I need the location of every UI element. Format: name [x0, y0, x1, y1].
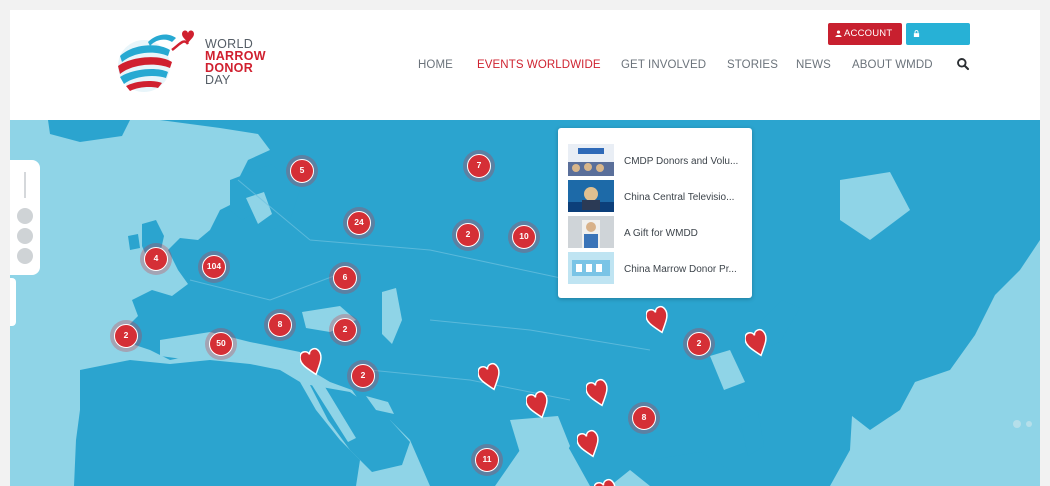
nav-events-worldwide[interactable]: EVENTS WORLDWIDE: [477, 59, 601, 71]
search-icon[interactable]: [956, 57, 970, 71]
social-share-bar: [10, 160, 40, 275]
map-cluster[interactable]: 2: [683, 328, 715, 360]
popup-event-item[interactable]: China Central Televisio...: [568, 180, 748, 216]
event-heart-marker[interactable]: [594, 478, 618, 486]
map-cluster[interactable]: 4: [140, 243, 172, 275]
map-event-popup: CMDP Donors and Volu... China Central Te…: [558, 128, 752, 298]
nav-news[interactable]: NEWS: [796, 59, 831, 71]
nav-stories[interactable]: STORIES: [727, 59, 778, 71]
map-cluster[interactable]: 10: [508, 221, 540, 253]
map-cluster[interactable]: 2: [347, 360, 379, 392]
map-land: [48, 120, 1040, 486]
popup-item-title: A Gift for WMDD: [624, 228, 698, 239]
logout-button[interactable]: LOGOUT: [906, 23, 970, 61]
map-cluster[interactable]: 8: [264, 309, 296, 341]
nav-home[interactable]: HOME: [418, 59, 453, 71]
account-label: ACCOUNT: [844, 28, 893, 39]
event-heart-marker[interactable]: [577, 429, 601, 459]
logo-line-4: DAY: [205, 73, 231, 87]
lock-icon: [913, 30, 920, 37]
map-cluster[interactable]: 11: [471, 444, 503, 476]
twitter-icon[interactable]: [17, 248, 33, 264]
popup-item-title: China Marrow Donor Pr...: [624, 264, 737, 275]
map-cluster[interactable]: 2: [452, 219, 484, 251]
nav-about-wmdd[interactable]: ABOUT WMDD: [852, 59, 933, 71]
event-thumbnail: [568, 180, 614, 212]
site-header: WORLD MARROW DONOR DAY ACCOUNT LOGOUT HO…: [10, 10, 1040, 120]
event-heart-marker[interactable]: [478, 362, 502, 392]
popup-event-item[interactable]: China Marrow Donor Pr...: [568, 252, 748, 288]
popup-item-title: China Central Televisio...: [624, 192, 735, 203]
popup-item-title: CMDP Donors and Volu...: [624, 156, 739, 167]
logo-globe-icon: [118, 30, 194, 92]
event-thumbnail: [568, 252, 614, 284]
map-cluster[interactable]: 104: [198, 251, 230, 283]
logo-wordmark: WORLD MARROW DONOR DAY: [205, 38, 266, 87]
popup-event-item[interactable]: A Gift for WMDD: [568, 216, 748, 252]
map-cluster[interactable]: 2: [329, 314, 361, 346]
map-cluster[interactable]: 7: [463, 150, 495, 182]
map-cluster[interactable]: 5: [286, 155, 318, 187]
event-heart-marker[interactable]: [586, 378, 610, 408]
event-heart-marker[interactable]: [526, 390, 550, 420]
site-logo[interactable]: WORLD MARROW DONOR DAY: [110, 20, 290, 102]
user-icon: [835, 30, 842, 37]
map-cluster[interactable]: 24: [343, 207, 375, 239]
event-heart-marker[interactable]: [745, 328, 769, 358]
nav-get-involved[interactable]: GET INVOLVED: [621, 59, 706, 71]
map-cluster[interactable]: 50: [205, 328, 237, 360]
side-drawer-toggle[interactable]: [10, 278, 16, 326]
popup-event-item[interactable]: CMDP Donors and Volu...: [568, 144, 748, 180]
event-heart-marker[interactable]: [646, 305, 670, 335]
map-cluster[interactable]: 2: [110, 320, 142, 352]
facebook-icon[interactable]: [17, 228, 33, 244]
page: WORLD MARROW DONOR DAY ACCOUNT LOGOUT HO…: [10, 10, 1040, 486]
event-thumbnail: [568, 216, 614, 248]
events-map[interactable]: 5 7 24 2 10 4 104 6 8 2 2 50 2 2 8 11 CM…: [10, 120, 1040, 486]
event-thumbnail: [568, 144, 614, 176]
map-cluster[interactable]: 8: [628, 402, 660, 434]
map-place-dot: [1013, 420, 1021, 428]
instagram-icon[interactable]: [17, 208, 33, 224]
share-label-icon: [24, 172, 26, 198]
event-heart-marker[interactable]: [300, 347, 324, 377]
map-cluster[interactable]: 6: [329, 262, 361, 294]
account-button[interactable]: ACCOUNT: [828, 23, 902, 45]
map-place-dot: [1026, 421, 1032, 427]
